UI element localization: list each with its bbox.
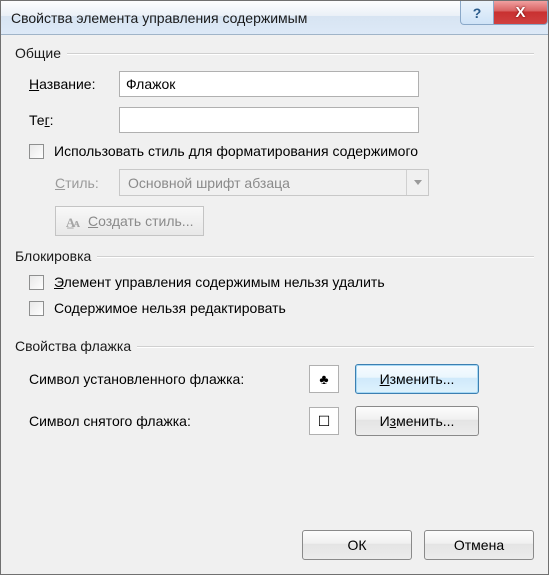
group-general-header: Общие: [15, 45, 534, 61]
group-checkbox-props-title: Свойства флажка: [15, 338, 137, 354]
cannot-delete-label: Элемент управления содержимым нельзя уда…: [54, 274, 385, 290]
style-combo: Основной шрифт абзаца: [119, 169, 429, 196]
row-tag: Тег:: [29, 107, 530, 133]
row-cannot-edit[interactable]: Содержимое нельзя редактировать: [29, 300, 530, 316]
row-name: Название:: [29, 71, 530, 97]
window-controls: ? X: [460, 1, 548, 25]
row-cannot-delete[interactable]: Элемент управления содержимым нельзя уда…: [29, 274, 530, 290]
row-use-style[interactable]: Использовать стиль для форматирования со…: [29, 143, 530, 159]
close-button[interactable]: X: [494, 1, 548, 25]
group-general: Общие Название: Тег: Использовать стиль …: [15, 45, 534, 242]
group-checkbox-props-header: Свойства флажка: [15, 338, 534, 354]
divider: [67, 53, 534, 54]
name-input[interactable]: [119, 71, 419, 97]
style-label: Стиль:: [55, 175, 119, 191]
name-label: Название:: [29, 76, 119, 92]
group-general-title: Общие: [15, 45, 67, 61]
dialog-body: Общие Название: Тег: Использовать стиль …: [1, 35, 548, 574]
cannot-edit-label: Содержимое нельзя редактировать: [54, 300, 286, 316]
cancel-button[interactable]: Отмена: [424, 530, 534, 560]
tag-input[interactable]: [119, 107, 419, 133]
new-style-label: Создать стиль...: [88, 213, 193, 229]
group-checkbox-props: Свойства флажка Символ установленного фл…: [15, 338, 534, 454]
cannot-edit-checkbox[interactable]: [29, 301, 44, 316]
row-checked-symbol: Символ установленного флажка: ♣ Изменить…: [29, 364, 530, 394]
group-locking-header: Блокировка: [15, 248, 534, 264]
divider: [137, 346, 534, 347]
unchecked-symbol-box: ☐: [309, 407, 339, 435]
use-style-label: Использовать стиль для форматирования со…: [54, 143, 418, 159]
cannot-delete-checkbox[interactable]: [29, 275, 44, 290]
new-style-icon: A̲ᴀ: [62, 211, 82, 231]
dialog-window: Свойства элемента управления содержимым …: [0, 0, 549, 575]
titlebar: Свойства элемента управления содержимым …: [1, 1, 548, 35]
change-checked-button[interactable]: Изменить...: [355, 364, 479, 394]
row-unchecked-symbol: Символ снятого флажка: ☐ Изменить...: [29, 406, 530, 436]
group-locking-title: Блокировка: [15, 248, 97, 264]
group-locking: Блокировка Элемент управления содержимым…: [15, 248, 534, 332]
help-button[interactable]: ?: [460, 1, 494, 25]
style-combo-value: Основной шрифт абзаца: [128, 175, 290, 191]
change-unchecked-button[interactable]: Изменить...: [355, 406, 479, 436]
unchecked-symbol-label: Символ снятого флажка:: [29, 413, 309, 429]
divider: [97, 256, 534, 257]
checked-symbol-label: Символ установленного флажка:: [29, 371, 309, 387]
dialog-footer: ОК Отмена: [15, 520, 534, 560]
window-title: Свойства элемента управления содержимым: [11, 10, 307, 26]
new-style-button: A̲ᴀ Создать стиль...: [55, 206, 204, 236]
use-style-checkbox[interactable]: [29, 144, 44, 159]
ok-button[interactable]: ОК: [302, 530, 412, 560]
checked-symbol-box: ♣: [309, 365, 339, 393]
row-style: Стиль: Основной шрифт абзаца: [55, 169, 530, 196]
chevron-down-icon: [406, 170, 428, 195]
tag-label: Тег:: [29, 112, 119, 128]
